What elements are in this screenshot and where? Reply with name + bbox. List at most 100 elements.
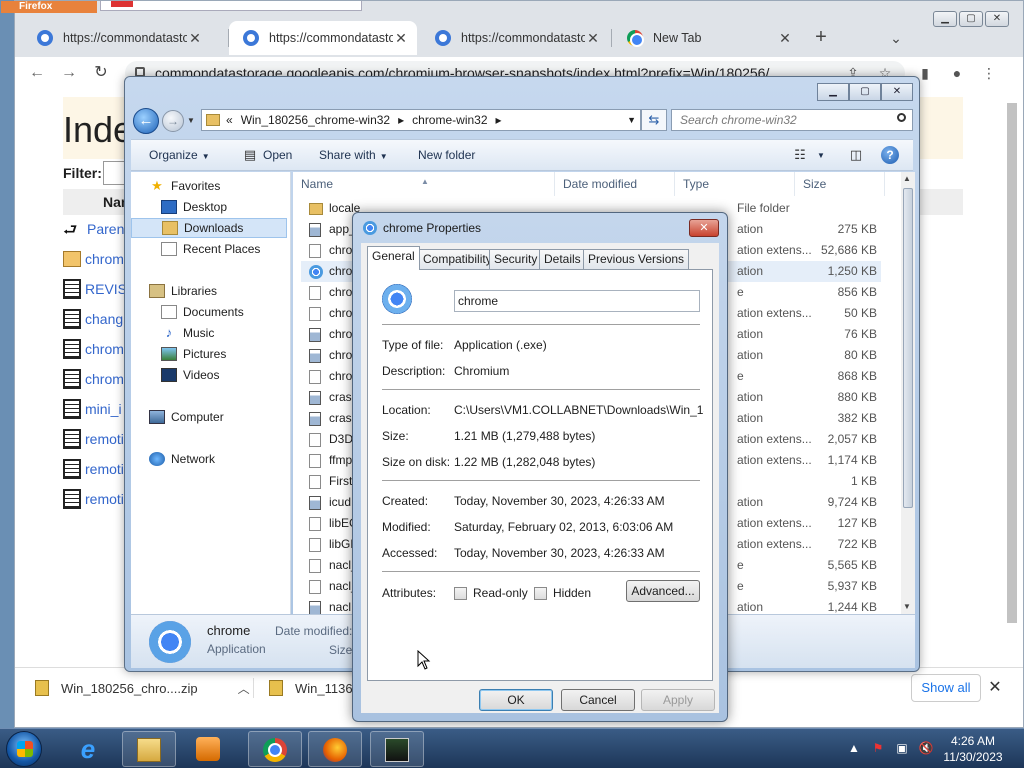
- list-item[interactable]: REVIS: [63, 277, 127, 301]
- nav-item-downloads[interactable]: Downloads: [131, 218, 287, 238]
- apply-button[interactable]: Apply: [641, 689, 715, 711]
- start-button[interactable]: [6, 731, 42, 767]
- column-header-type[interactable]: Type: [675, 172, 795, 196]
- tab-new-tab[interactable]: New Tab ✕: [613, 21, 801, 55]
- help-icon[interactable]: ?: [881, 146, 899, 164]
- open-button[interactable]: Open: [263, 148, 292, 162]
- column-header-date[interactable]: Date modified: [555, 172, 675, 196]
- new-folder-button[interactable]: New folder: [418, 148, 475, 162]
- list-item[interactable]: chrom: [63, 367, 124, 391]
- new-tab-button[interactable]: +: [808, 25, 834, 51]
- minimize-button[interactable]: ▁: [933, 11, 957, 27]
- nav-item-computer[interactable]: Computer: [149, 407, 224, 427]
- breadcrumb-arrow-icon[interactable]: ▸: [496, 113, 502, 127]
- forward-arrow-icon[interactable]: →: [162, 110, 184, 132]
- list-item[interactable]: mini_i: [63, 397, 122, 421]
- taskbar-file-explorer[interactable]: [122, 731, 176, 767]
- profile-avatar-icon[interactable]: ●: [945, 61, 969, 85]
- close-icon[interactable]: ✕: [983, 676, 1007, 700]
- chevron-down-icon[interactable]: ▼: [627, 115, 636, 125]
- action-center-flag-icon[interactable]: ⚑: [870, 741, 886, 755]
- column-header-name[interactable]: Name ▲: [293, 172, 555, 196]
- nav-item-music[interactable]: ♪ Music: [161, 323, 215, 343]
- search-input[interactable]: Search chrome-win32: [671, 109, 913, 131]
- list-item[interactable]: remoti: [63, 457, 124, 481]
- back-arrow-icon[interactable]: ←: [133, 108, 159, 134]
- tab-3[interactable]: https://commondatastorage.googleapis.com…: [421, 21, 609, 55]
- chevron-down-icon[interactable]: ▼: [817, 151, 825, 160]
- file-list-scrollbar[interactable]: ▲ ▼: [901, 172, 915, 614]
- show-all-button[interactable]: Show all: [911, 674, 981, 702]
- cancel-button[interactable]: Cancel: [561, 689, 635, 711]
- nav-item-network[interactable]: Network: [149, 449, 215, 469]
- list-item[interactable]: ⮐ Parent: [63, 217, 128, 241]
- tab-2-active[interactable]: https://commondatastorage.googleapis.com…: [229, 21, 417, 55]
- taskbar-clock[interactable]: 4:26 AM 11/30/2023: [934, 733, 1012, 765]
- taskbar-chrome[interactable]: [248, 731, 302, 767]
- view-options-icon[interactable]: ☷: [791, 147, 809, 163]
- close-icon[interactable]: ✕: [777, 30, 793, 47]
- nav-item-documents[interactable]: Documents: [161, 302, 244, 322]
- download-item-1[interactable]: Win_180256_chro....zip ︿: [35, 676, 250, 700]
- tab-details[interactable]: Details: [539, 249, 586, 269]
- close-icon[interactable]: ✕: [393, 30, 409, 47]
- read-only-checkbox[interactable]: Read-only: [454, 586, 528, 600]
- refresh-button[interactable]: ⇆: [641, 109, 667, 131]
- taskbar-internet-explorer[interactable]: e: [62, 731, 116, 767]
- preview-pane-icon[interactable]: ◫: [847, 147, 865, 163]
- tab-general[interactable]: General: [367, 246, 420, 270]
- nav-item-libraries[interactable]: Libraries: [149, 281, 217, 301]
- taskbar-media-player[interactable]: [182, 731, 236, 767]
- close-button[interactable]: ✕: [689, 219, 719, 237]
- breadcrumb[interactable]: « Win_180256_chrome-win32 ▸ chrome-win32…: [201, 109, 641, 131]
- maximize-button[interactable]: ▢: [849, 83, 881, 101]
- nav-item-desktop[interactable]: Desktop: [161, 197, 227, 217]
- chevron-up-icon[interactable]: ︿: [238, 680, 250, 697]
- tab-search-chevron-icon[interactable]: ⌄: [883, 25, 909, 51]
- list-item[interactable]: chrom: [63, 337, 124, 361]
- history-dropdown-icon[interactable]: ▼: [187, 116, 195, 125]
- tab-1[interactable]: https://commondatastorage.googleapis.com…: [23, 21, 211, 55]
- file-name-field[interactable]: chrome: [454, 290, 700, 312]
- ok-button[interactable]: OK: [479, 689, 553, 711]
- taskbar-firefox[interactable]: [308, 731, 362, 767]
- show-hidden-icons-arrow-icon[interactable]: ▲: [846, 741, 862, 755]
- menu-kebab-icon[interactable]: ⋮: [977, 61, 1001, 85]
- breadcrumb-overflow[interactable]: «: [226, 113, 233, 127]
- back-arrow-icon[interactable]: ←: [25, 61, 49, 85]
- firefox-window-tab[interactable]: Firefox: [1, 1, 97, 13]
- scroll-down-arrow-icon[interactable]: ▼: [903, 602, 911, 611]
- list-item[interactable]: remoti: [63, 487, 124, 511]
- nav-item-pictures[interactable]: Pictures: [161, 344, 226, 364]
- minimize-button[interactable]: ▁: [817, 83, 849, 101]
- list-item[interactable]: chang: [63, 307, 123, 331]
- network-status-icon[interactable]: ▣: [894, 741, 910, 755]
- tab-previous-versions[interactable]: Previous Versions: [583, 249, 690, 269]
- forward-arrow-icon[interactable]: →: [57, 61, 81, 85]
- breadcrumb-item[interactable]: chrome-win32: [412, 113, 487, 127]
- advanced-button[interactable]: Advanced...: [626, 580, 700, 602]
- list-item[interactable]: remoti: [63, 427, 124, 451]
- hidden-checkbox[interactable]: Hidden: [534, 586, 591, 600]
- close-button[interactable]: ✕: [881, 83, 913, 101]
- scroll-up-arrow-icon[interactable]: ▲: [903, 174, 911, 183]
- nav-item-recent-places[interactable]: Recent Places: [161, 239, 260, 259]
- tab-compatibility[interactable]: Compatibility: [418, 249, 497, 269]
- taskbar-task-manager[interactable]: [370, 731, 424, 767]
- tab-security[interactable]: Security: [489, 249, 543, 269]
- page-scrollbar[interactable]: [1005, 93, 1019, 653]
- reload-icon[interactable]: ↻: [89, 61, 113, 85]
- nav-item-favorites[interactable]: ★ Favorites: [149, 176, 220, 196]
- maximize-button[interactable]: ▢: [959, 11, 983, 27]
- list-item[interactable]: chrom: [63, 247, 124, 271]
- checkbox-box[interactable]: [534, 586, 547, 600]
- breadcrumb-item[interactable]: Win_180256_chrome-win32: [241, 113, 390, 127]
- scrollbar-thumb[interactable]: [903, 188, 913, 508]
- scrollbar-thumb[interactable]: [1007, 103, 1017, 623]
- volume-muted-icon[interactable]: 🔇: [918, 741, 934, 755]
- close-icon[interactable]: ✕: [187, 30, 203, 47]
- nav-item-videos[interactable]: Videos: [161, 365, 219, 385]
- organize-button[interactable]: Organize ▼: [149, 148, 210, 162]
- download-item-2[interactable]: Win_1136: [269, 676, 353, 700]
- checkbox-box[interactable]: [454, 586, 467, 600]
